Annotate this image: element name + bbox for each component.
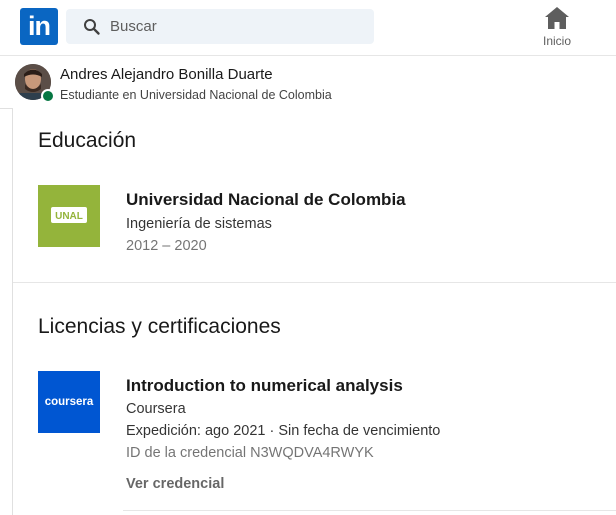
profile-header: Andres Alejandro Bonilla Duarte Estudian… — [0, 56, 616, 109]
school-name[interactable]: Universidad Nacional de Colombia — [126, 190, 406, 210]
nav-home[interactable]: Inicio — [532, 5, 582, 51]
top-nav: in Inicio — [0, 0, 616, 56]
svg-text:UNAL: UNAL — [55, 211, 83, 222]
profile-content-card: Educación UNAL Universidad Nacional de C… — [12, 108, 616, 515]
view-credential-link[interactable]: Ver credencial — [126, 476, 224, 492]
certifications-heading: Licencias y certificaciones — [38, 315, 281, 338]
credential-id: ID de la credencial N3WQDVA4RWYK — [126, 445, 374, 461]
unal-logo[interactable]: UNAL — [38, 185, 100, 247]
education-years: 2012 – 2020 — [126, 238, 207, 254]
education-heading: Educación — [38, 129, 137, 152]
search-box[interactable] — [66, 9, 374, 44]
section-divider — [13, 282, 616, 283]
degree: Ingeniería de sistemas — [126, 216, 272, 232]
linkedin-logo[interactable]: in — [20, 8, 58, 45]
coursera-logo[interactable]: coursera — [38, 371, 100, 433]
search-input[interactable] — [110, 9, 360, 44]
certification-name[interactable]: Introduction to numerical analysis — [126, 376, 403, 396]
svg-text:coursera: coursera — [45, 396, 94, 408]
certification-issue-date: Expedición: ago 2021 · Sin fecha de venc… — [126, 423, 441, 439]
nav-home-label: Inicio — [542, 34, 571, 48]
home-icon — [545, 7, 569, 29]
certification-issuer: Coursera — [126, 401, 186, 417]
profile-headline: Estudiante en Universidad Nacional de Co… — [60, 88, 332, 102]
online-status-dot — [41, 89, 55, 103]
profile-name: Andres Alejandro Bonilla Duarte — [60, 66, 273, 83]
search-icon — [84, 19, 100, 35]
item-divider — [123, 510, 616, 511]
